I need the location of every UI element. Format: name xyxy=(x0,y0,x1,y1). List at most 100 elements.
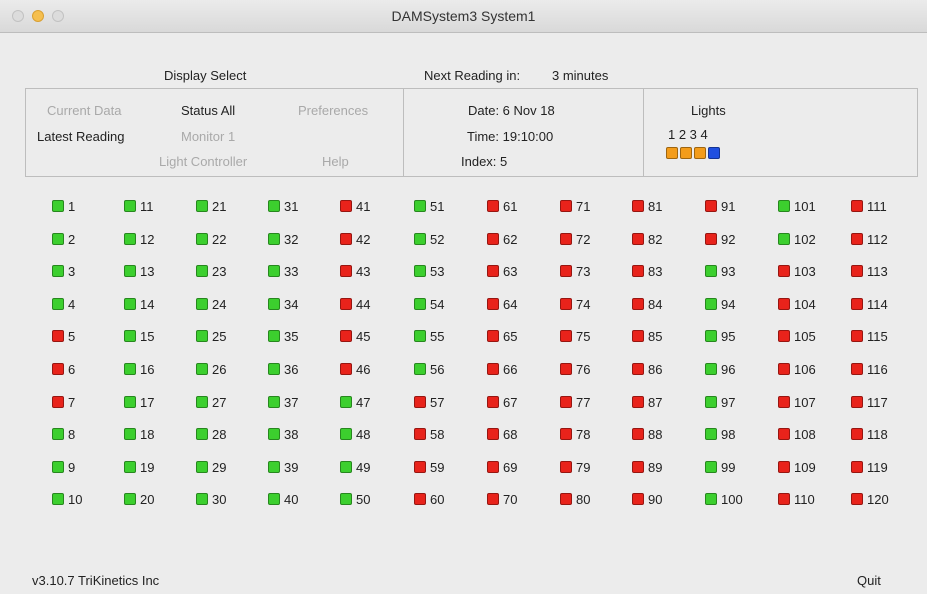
sensor-number: 43 xyxy=(356,263,371,279)
sensor-status-indicator xyxy=(705,428,717,440)
sensor-number: 79 xyxy=(576,459,591,475)
sensor-53: 53 xyxy=(414,263,444,279)
light-controller-menu-item[interactable]: Light Controller xyxy=(159,154,247,169)
sensor-status-indicator xyxy=(705,493,717,505)
sensor-78: 78 xyxy=(560,426,590,442)
sensor-91: 91 xyxy=(705,198,735,214)
sensor-status-indicator xyxy=(196,298,208,310)
preferences-menu-item[interactable]: Preferences xyxy=(298,103,368,118)
sensor-102: 102 xyxy=(778,231,816,247)
monitor-1-menu-item[interactable]: Monitor 1 xyxy=(181,129,235,144)
sensor-status-indicator xyxy=(705,200,717,212)
sensor-119: 119 xyxy=(851,459,888,475)
sensor-number: 104 xyxy=(794,296,816,312)
sensor-status-indicator xyxy=(705,233,717,245)
sensor-status-indicator xyxy=(632,233,644,245)
sensor-number: 7 xyxy=(68,394,76,410)
sensor-number: 32 xyxy=(284,231,299,247)
sensor-status-indicator xyxy=(560,200,572,212)
sensor-number: 14 xyxy=(140,296,155,312)
sensor-16: 16 xyxy=(124,361,154,377)
sensor-status-indicator xyxy=(196,363,208,375)
latest-reading-menu-item[interactable]: Latest Reading xyxy=(37,129,124,144)
sensor-number: 76 xyxy=(576,361,591,377)
sensor-number: 94 xyxy=(721,296,736,312)
sensor-36: 36 xyxy=(268,361,298,377)
sensor-status-indicator xyxy=(124,428,136,440)
sensor-status-indicator xyxy=(560,330,572,342)
sensor-number: 34 xyxy=(284,296,299,312)
sensor-number: 108 xyxy=(794,426,816,442)
sensor-28: 28 xyxy=(196,426,226,442)
sensor-number: 96 xyxy=(721,361,736,377)
sensor-status-indicator xyxy=(52,428,64,440)
sensor-status-indicator xyxy=(560,265,572,277)
sensor-status-indicator xyxy=(124,396,136,408)
sensor-39: 39 xyxy=(268,459,298,475)
lights-label: Lights xyxy=(691,103,726,118)
display-select-label: Display Select xyxy=(164,68,247,83)
sensor-status-indicator xyxy=(268,428,280,440)
next-reading-label: Next Reading in: xyxy=(424,68,521,83)
sensor-2: 2 xyxy=(52,231,75,247)
sensor-19: 19 xyxy=(124,459,154,475)
sensor-status-indicator xyxy=(268,493,280,505)
sensor-status-indicator xyxy=(851,330,863,342)
sensor-43: 43 xyxy=(340,263,370,279)
sensor-number: 60 xyxy=(430,491,445,507)
status-all-menu-item[interactable]: Status All xyxy=(181,103,235,118)
sensor-status-indicator xyxy=(487,233,499,245)
sensor-number: 78 xyxy=(576,426,591,442)
sensor-status-indicator xyxy=(268,265,280,277)
sensor-number: 28 xyxy=(212,426,227,442)
sensor-status-indicator xyxy=(124,265,136,277)
sensor-status-indicator xyxy=(560,493,572,505)
sensor-68: 68 xyxy=(487,426,517,442)
sensor-61: 61 xyxy=(487,198,517,214)
sensor-97: 97 xyxy=(705,394,735,410)
panel-divider xyxy=(643,89,644,176)
sensor-status-indicator xyxy=(52,298,64,310)
help-menu-item[interactable]: Help xyxy=(322,154,349,169)
sensor-95: 95 xyxy=(705,328,735,344)
sensor-status-indicator xyxy=(340,265,352,277)
sensor-status-indicator xyxy=(632,200,644,212)
sensor-status-indicator xyxy=(851,396,863,408)
sensor-status-indicator xyxy=(268,200,280,212)
sensor-26: 26 xyxy=(196,361,226,377)
sensor-65: 65 xyxy=(487,328,517,344)
next-reading-value: 3 minutes xyxy=(552,68,609,83)
sensor-status-indicator xyxy=(268,461,280,473)
current-data-menu-item[interactable]: Current Data xyxy=(47,103,121,118)
sensor-status-indicator xyxy=(487,363,499,375)
sensor-status-indicator xyxy=(414,233,426,245)
light-3-indicator xyxy=(694,147,706,159)
sensor-number: 61 xyxy=(503,198,518,214)
sensor-status-indicator xyxy=(778,428,790,440)
sensor-69: 69 xyxy=(487,459,517,475)
sensor-72: 72 xyxy=(560,231,590,247)
sensor-10: 10 xyxy=(52,491,82,507)
sensor-52: 52 xyxy=(414,231,444,247)
sensor-number: 33 xyxy=(284,263,299,279)
sensor-number: 71 xyxy=(576,198,591,214)
sensor-status-indicator xyxy=(705,265,717,277)
sensor-120: 120 xyxy=(851,491,889,507)
sensor-100: 100 xyxy=(705,491,743,507)
sensor-9: 9 xyxy=(52,459,75,475)
sensor-38: 38 xyxy=(268,426,298,442)
sensor-51: 51 xyxy=(414,198,444,214)
quit-button[interactable]: Quit xyxy=(857,573,881,588)
sensor-number: 116 xyxy=(867,361,888,377)
sensor-number: 55 xyxy=(430,328,445,344)
sensor-number: 93 xyxy=(721,263,736,279)
sensor-106: 106 xyxy=(778,361,816,377)
sensor-number: 113 xyxy=(867,263,888,279)
sensor-48: 48 xyxy=(340,426,370,442)
window-title: DAMSystem3 System1 xyxy=(391,8,536,24)
sensor-87: 87 xyxy=(632,394,662,410)
sensor-34: 34 xyxy=(268,296,298,312)
sensor-status-indicator xyxy=(340,233,352,245)
sensor-status-indicator xyxy=(632,461,644,473)
sensor-status-indicator xyxy=(268,233,280,245)
